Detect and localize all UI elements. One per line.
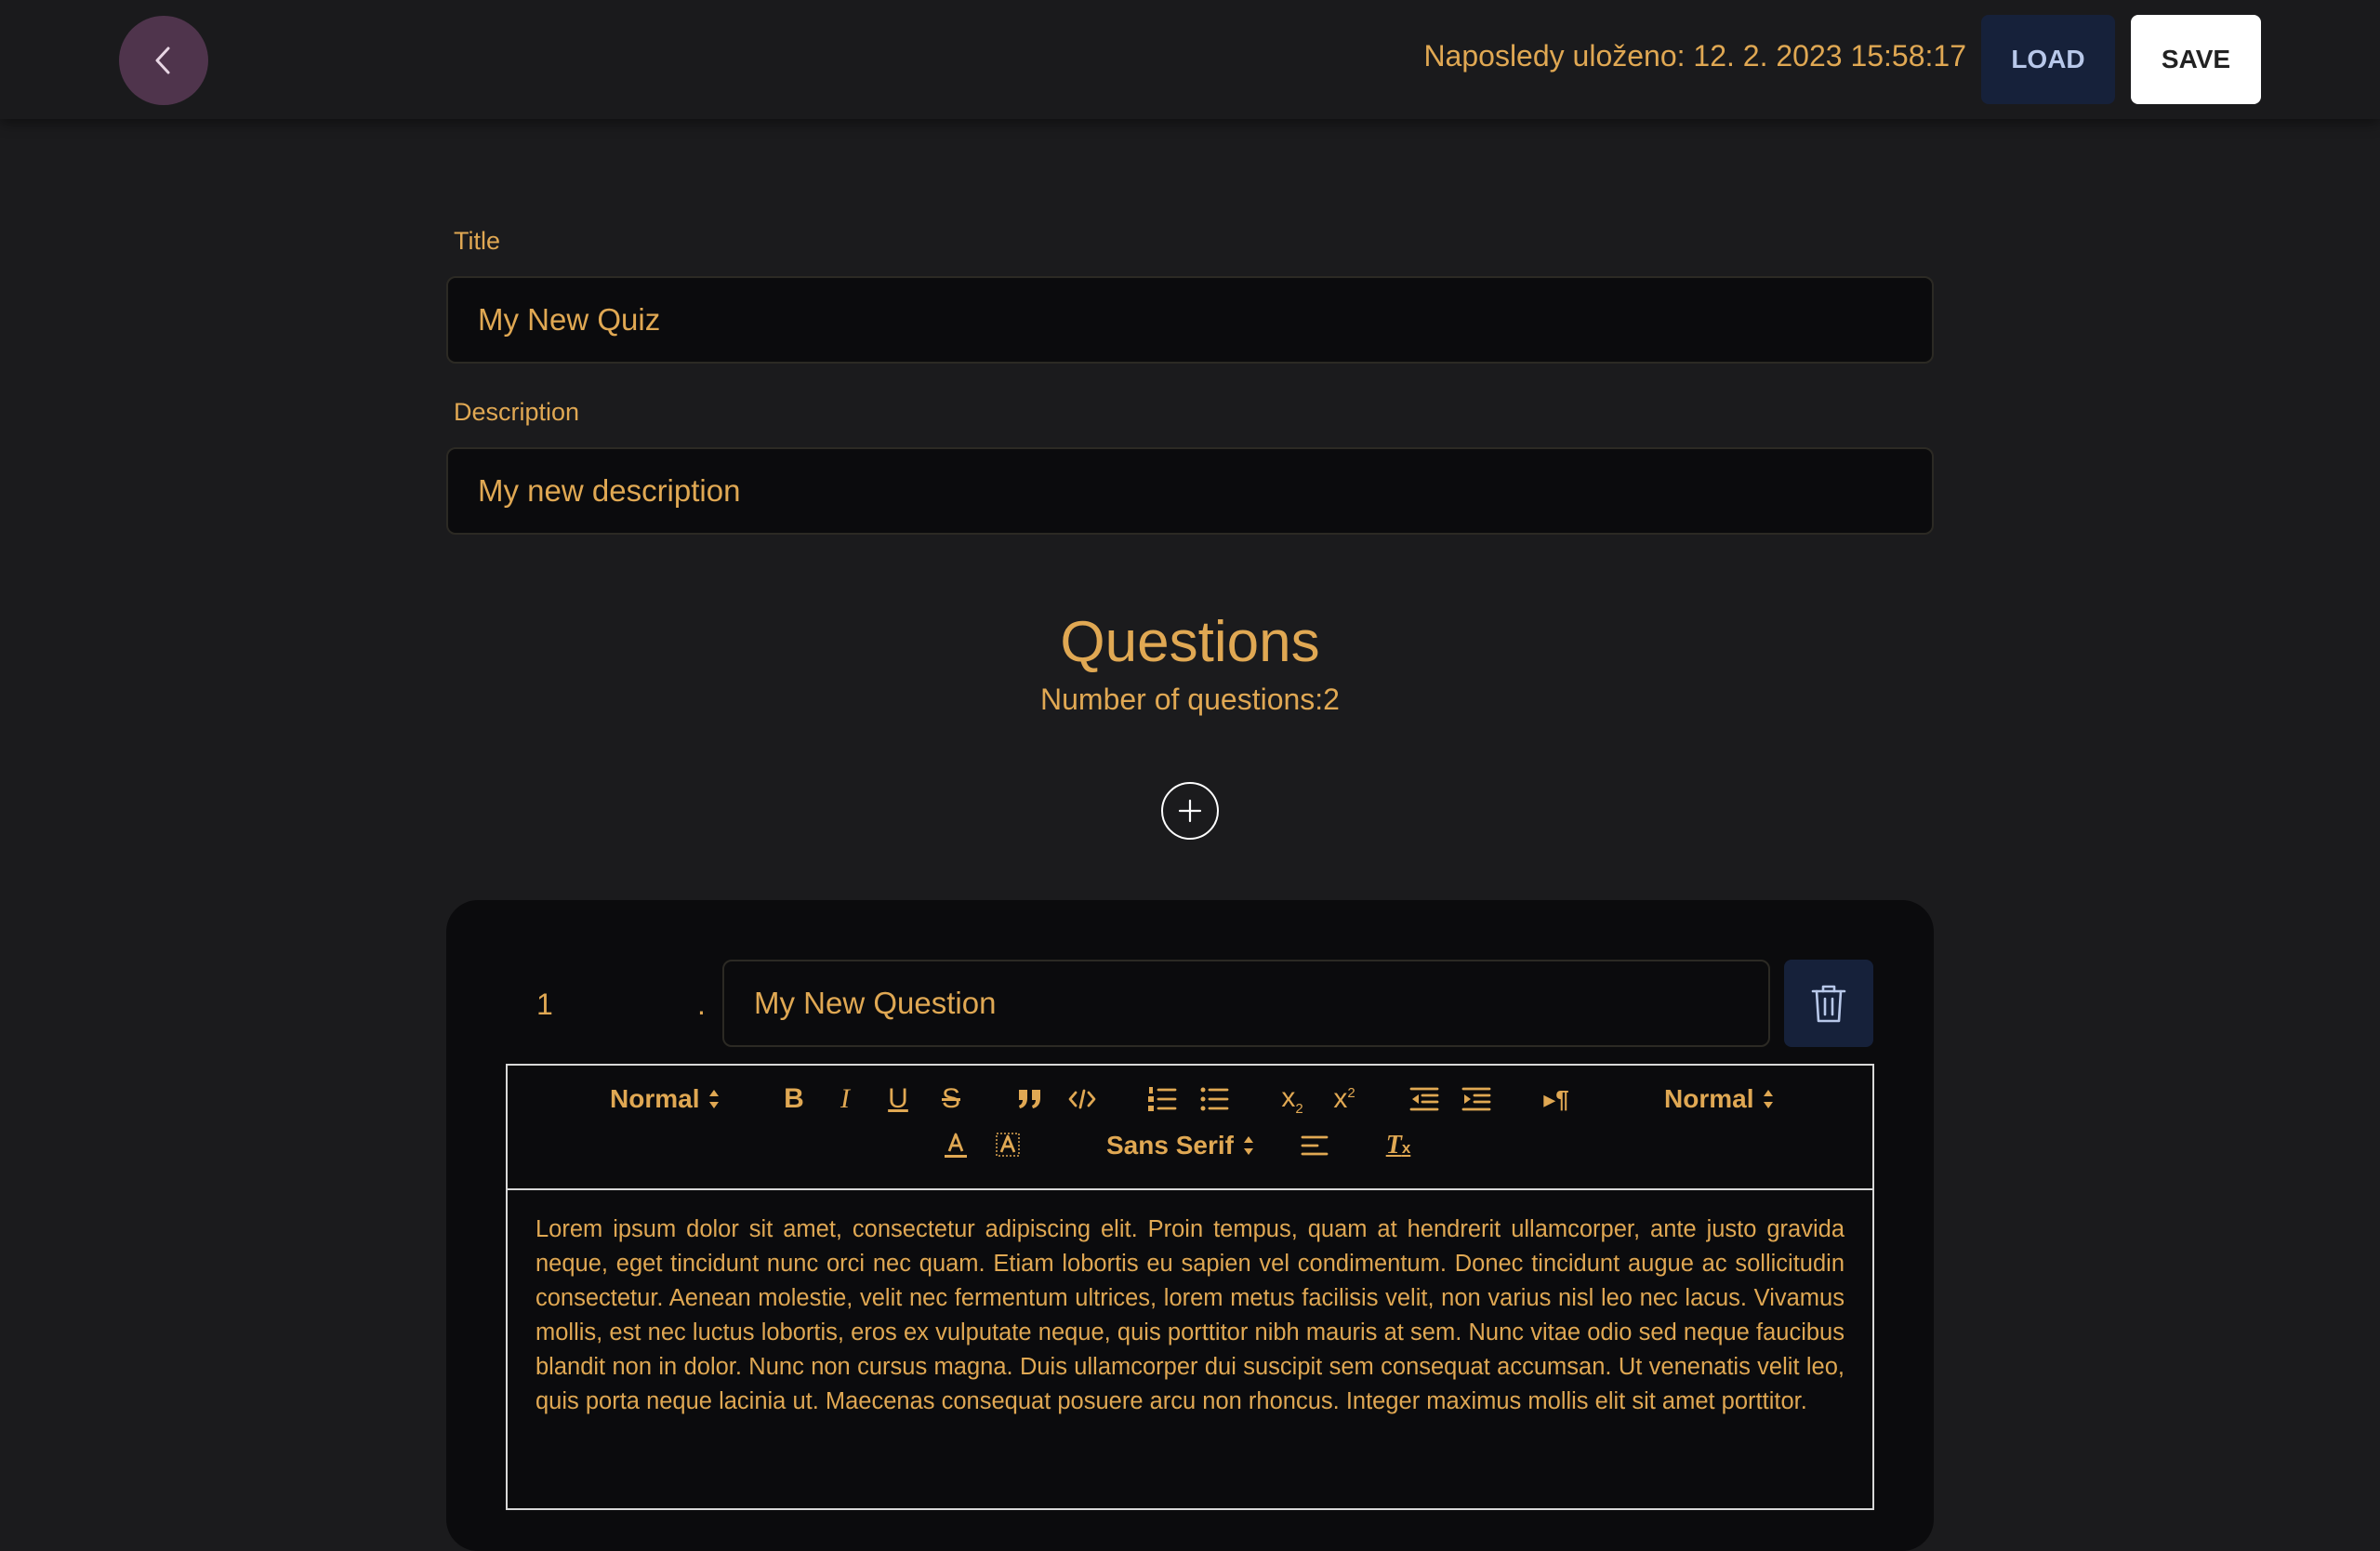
indent-button[interactable] [1458,1080,1495,1118]
header-picker[interactable]: Normal [610,1080,720,1118]
quote-icon [1019,1090,1040,1108]
strike-icon: S [941,1083,960,1114]
questions-heading: Questions [1060,610,1320,674]
description-input[interactable] [446,447,1934,535]
picker-arrows-icon [709,1090,720,1108]
title-label: Title [454,227,501,255]
clear-format-icon: Tx [1385,1131,1411,1160]
ordered-list-icon [1148,1087,1177,1111]
question-body-text[interactable]: Lorem ipsum dolor sit amet, consectetur … [536,1213,1844,1419]
background-color-icon [996,1133,1020,1157]
save-button[interactable]: SAVE [2131,15,2261,104]
superscript-button[interactable]: x2 [1326,1080,1363,1118]
back-button[interactable] [119,16,208,105]
top-bar: Naposledy uloženo: 12. 2. 2023 15:58:17 … [0,0,2380,119]
plus-icon [1178,799,1202,823]
code-icon [1068,1089,1096,1109]
outdent-icon [1409,1087,1439,1111]
code-block-button[interactable] [1064,1080,1101,1118]
bold-button[interactable]: B [775,1080,813,1118]
clear-format-button[interactable]: Tx [1380,1127,1417,1164]
picker-arrows-icon [1243,1136,1253,1155]
chevron-left-icon [155,46,170,74]
bullet-list-icon [1200,1087,1229,1111]
bold-icon: B [784,1083,804,1114]
questions-count: Number of questions:2 [1040,683,1340,716]
subscript-button[interactable]: x2 [1274,1080,1311,1118]
align-button[interactable] [1296,1127,1333,1164]
ordered-list-button[interactable] [1144,1080,1181,1118]
underline-button[interactable]: U [879,1080,917,1118]
description-label: Description [454,398,580,426]
bullet-list-button[interactable] [1196,1080,1233,1118]
subscript-icon: x2 [1281,1081,1303,1117]
font-picker-label: Sans Serif [1106,1131,1234,1160]
picker-arrows-icon [1764,1090,1774,1108]
add-question-button[interactable] [1161,782,1219,840]
text-direction-button[interactable]: ▸¶ [1538,1080,1575,1118]
header-picker-label: Normal [610,1084,700,1113]
outdent-button[interactable] [1406,1080,1443,1118]
editor-toolbar: Normal B I U S x2 x2 ▸¶ Normal Sans Seri… [506,1064,1874,1190]
size-picker-label: Normal [1664,1084,1754,1113]
text-direction-icon: ▸¶ [1543,1084,1569,1113]
underline-icon: U [888,1083,908,1114]
font-picker[interactable]: Sans Serif [1106,1127,1254,1164]
background-color-button[interactable] [989,1127,1026,1164]
question-number: 1 [536,988,553,1021]
delete-question-button[interactable] [1784,960,1873,1047]
question-number-separator: . [697,988,706,1021]
blockquote-button[interactable] [1012,1080,1049,1118]
text-color-button[interactable] [937,1127,974,1164]
align-left-icon [1301,1135,1329,1156]
superscript-icon: x2 [1333,1083,1355,1114]
title-input[interactable] [446,276,1934,364]
italic-icon: I [840,1083,850,1114]
size-picker[interactable]: Normal [1664,1080,1774,1118]
text-color-icon [945,1133,967,1158]
last-saved-status: Naposledy uloženo: 12. 2. 2023 15:58:17 [1423,39,1966,73]
load-button[interactable]: LOAD [1981,15,2115,104]
question-input[interactable] [722,960,1770,1047]
strike-button[interactable]: S [932,1080,970,1118]
trash-icon [1811,985,1846,1023]
indent-icon [1461,1087,1491,1111]
italic-button[interactable]: I [826,1080,864,1118]
